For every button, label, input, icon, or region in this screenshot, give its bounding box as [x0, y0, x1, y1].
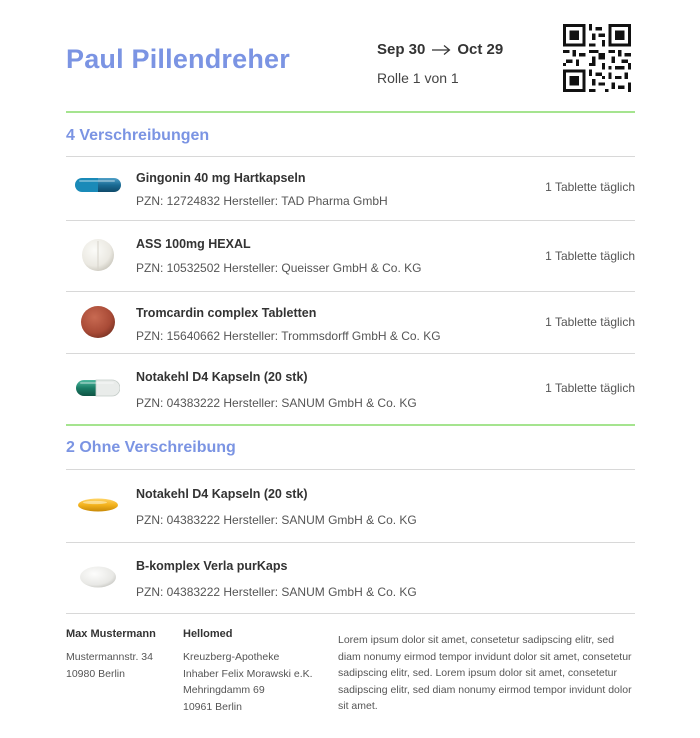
yellow-softgel-icon [66, 485, 130, 525]
section-divider [66, 424, 635, 426]
medication-row[interactable]: Tromcardin complex Tabletten PZN: 156406… [66, 292, 635, 353]
section-title-otc: 2 Ohne Verschreibung [66, 439, 236, 456]
medication-name: B-komplex Verla purKaps [136, 559, 288, 573]
medication-row[interactable]: Gingonin 40 mg Hartkapseln PZN: 12724832… [66, 157, 635, 220]
footer-pharmacy-line: Kreuzberg-Apotheke [183, 651, 280, 663]
footer-patient-name: Max Mustermann [66, 628, 156, 640]
date-from: Sep 30 [377, 41, 426, 58]
medication-row[interactable]: B-komplex Verla purKaps PZN: 04383222 He… [66, 543, 635, 613]
medication-dose: 1 Tablette täglich [545, 249, 635, 263]
medication-meta: PZN: 04383222 Hersteller: SANUM GmbH & C… [136, 513, 417, 527]
medication-dose: 1 Tablette täglich [545, 381, 635, 395]
medication-meta: PZN: 04383222 Hersteller: SANUM GmbH & C… [136, 585, 417, 599]
medication-name: ASS 100mg HEXAL [136, 237, 251, 251]
medication-meta: PZN: 04383222 Hersteller: SANUM GmbH & C… [136, 396, 417, 410]
header: Paul Pillendreher Sep 30 Oct 29 Rolle 1 … [0, 0, 700, 112]
arrow-right-icon [432, 44, 451, 55]
medication-dose: 1 Tablette täglich [545, 180, 635, 194]
date-range: Sep 30 Oct 29 [377, 41, 503, 58]
medication-row[interactable]: ASS 100mg HEXAL PZN: 10532502 Hersteller… [66, 221, 635, 291]
red-tablet-icon [66, 302, 130, 342]
divider [66, 613, 635, 614]
patient-name: Paul Pillendreher [66, 44, 290, 74]
medication-meta: PZN: 15640662 Hersteller: Trommsdorff Gm… [136, 329, 441, 343]
white-oval-tablet-icon [66, 557, 130, 597]
footer-pharmacy-address: Hellomed Kreuzberg-Apotheke Inhaber Feli… [183, 628, 313, 715]
footer: Max Mustermann Mustermannstr. 34 10980 B… [66, 628, 635, 728]
date-to: Oct 29 [457, 41, 504, 58]
footer-patient-address: Max Mustermann Mustermannstr. 34 10980 B… [66, 628, 156, 682]
footer-pharmacy-line: Mehringdamm 69 [183, 684, 265, 696]
medication-dose: 1 Tablette täglich [545, 315, 635, 329]
capsule-green-icon [66, 368, 130, 408]
footer-patient-city: 10980 Berlin [66, 667, 125, 680]
medication-name: Gingonin 40 mg Hartkapseln [136, 171, 306, 185]
medication-row[interactable]: Notakehl D4 Kapseln (20 stk) PZN: 043832… [66, 354, 635, 424]
medication-name: Tromcardin complex Tabletten [136, 306, 317, 320]
medication-row[interactable]: Notakehl D4 Kapseln (20 stk) PZN: 043832… [66, 470, 635, 542]
medication-meta: PZN: 10532502 Hersteller: Queisser GmbH … [136, 261, 422, 275]
white-tablet-icon [66, 235, 130, 275]
footer-pharmacy-line: Inhaber Felix Morawski e.K. [183, 667, 313, 680]
qr-code-icon [563, 24, 631, 92]
footer-note: Lorem ipsum dolor sit amet, consetetur s… [338, 634, 632, 712]
header-divider [66, 111, 635, 113]
footer-pharmacy-line: 10961 Berlin [183, 700, 242, 713]
capsule-blue-icon [66, 165, 130, 205]
footer-patient-street: Mustermannstr. 34 [66, 651, 153, 663]
medication-meta: PZN: 12724832 Hersteller: TAD Pharma Gmb… [136, 194, 388, 208]
section-title-prescribed: 4 Verschreibungen [66, 127, 210, 144]
roll-info: Rolle 1 von 1 [377, 70, 459, 86]
medication-name: Notakehl D4 Kapseln (20 stk) [136, 370, 308, 384]
medication-name: Notakehl D4 Kapseln (20 stk) [136, 487, 308, 501]
footer-pharmacy-name: Hellomed [183, 628, 233, 640]
